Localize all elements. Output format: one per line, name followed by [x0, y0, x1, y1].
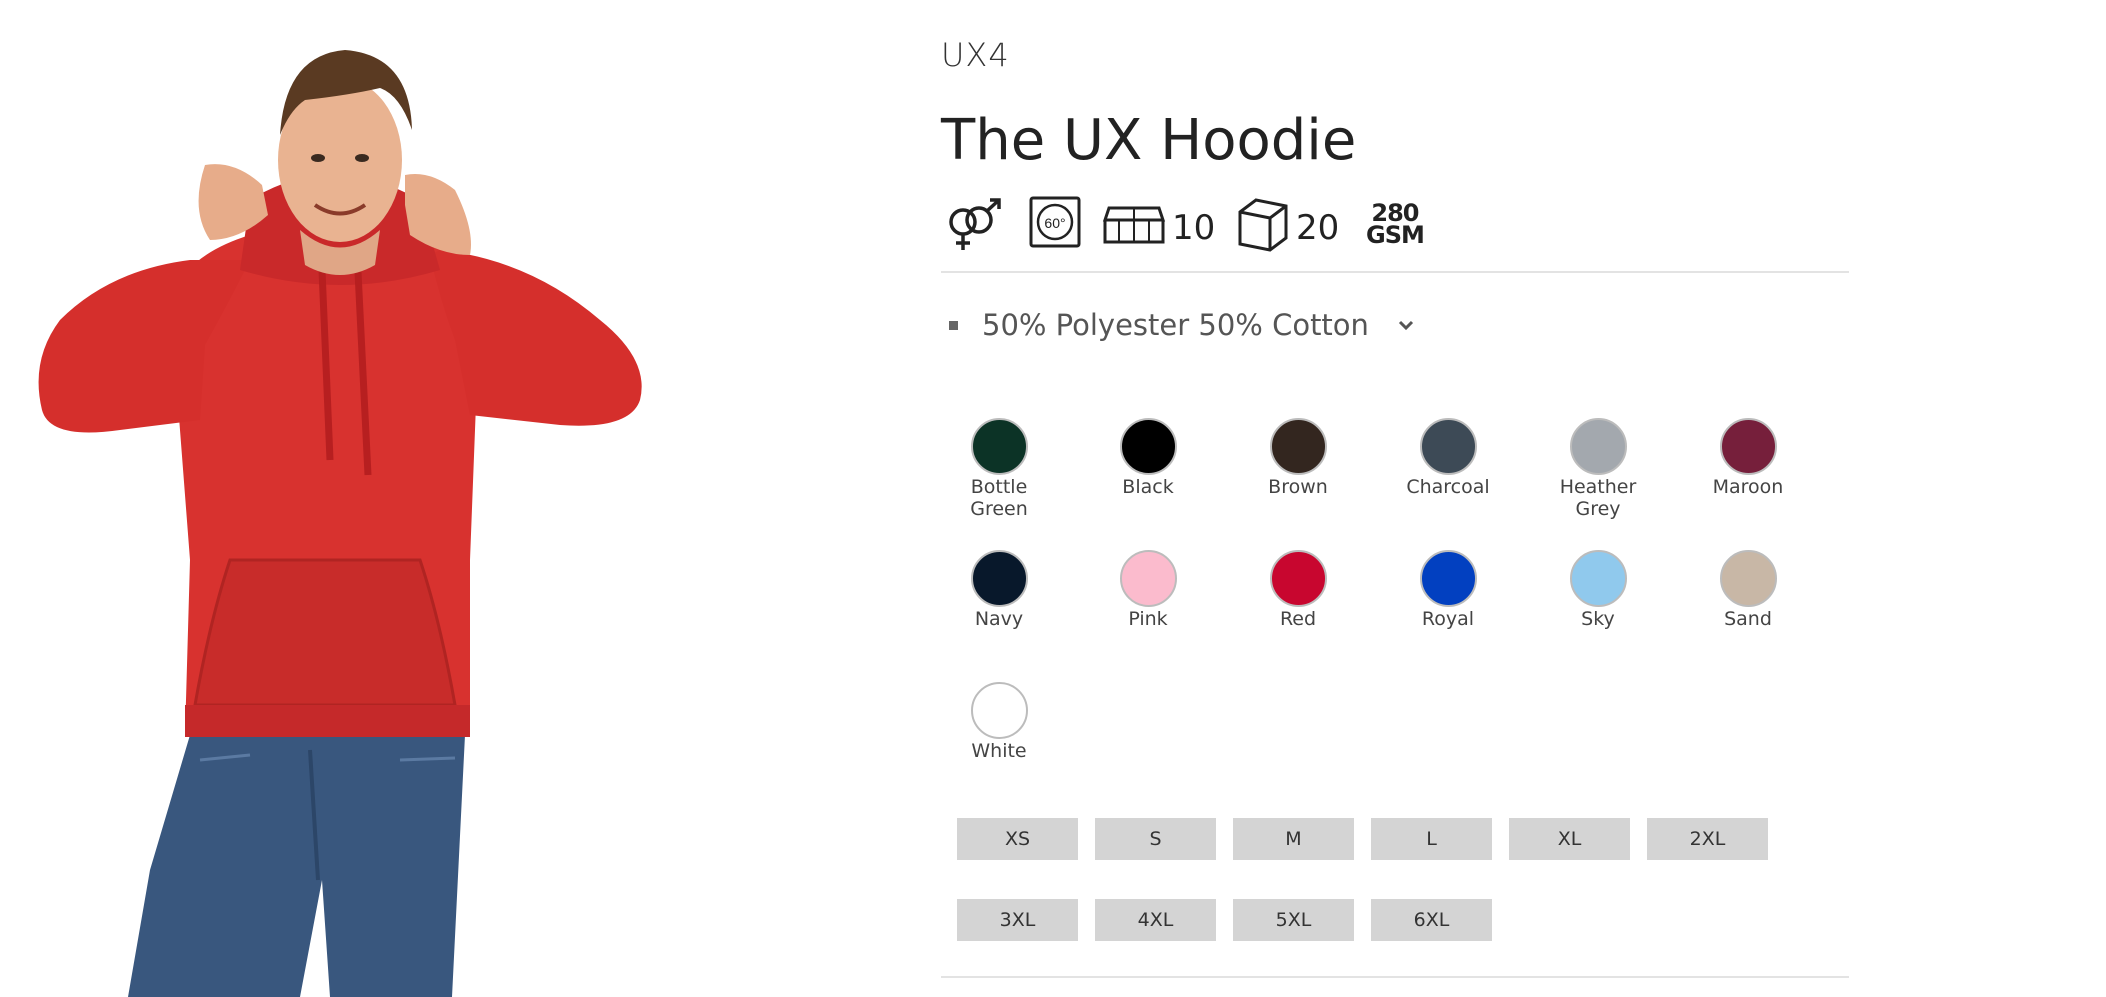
fabric-spec-toggle[interactable]: 50% Polyester 50% Cotton: [941, 305, 1417, 345]
size-button-l[interactable]: L: [1371, 818, 1492, 860]
colour-dot: [1719, 550, 1777, 607]
pack-icon: [1101, 196, 1167, 252]
size-button-2xl[interactable]: 2XL: [1647, 818, 1768, 860]
colour-swatch-heather-grey[interactable]: Heather Grey: [1528, 418, 1668, 520]
colour-swatch-navy[interactable]: Navy: [929, 550, 1069, 630]
size-button-5xl[interactable]: 5XL: [1233, 899, 1354, 941]
size-button-xs[interactable]: XS: [957, 818, 1078, 860]
colour-dot: [1419, 418, 1477, 475]
colour-swatch-pink[interactable]: Pink: [1078, 550, 1218, 630]
carton-quantity: 20: [1296, 208, 1340, 248]
colour-name: Black: [1122, 476, 1174, 498]
colour-swatches: Bottle Green Black Brown Charcoal Heather…: [941, 418, 1841, 768]
colour-dot: [1419, 550, 1477, 607]
colour-swatch-charcoal[interactable]: Charcoal: [1378, 418, 1518, 498]
fabric-spec-text: 50% Polyester 50% Cotton: [982, 308, 1369, 342]
colour-name: Bottle Green: [970, 476, 1028, 520]
colour-swatch-royal[interactable]: Royal: [1378, 550, 1518, 630]
divider-bottom: [941, 976, 1849, 978]
colour-dot: [970, 682, 1028, 739]
colour-name: Navy: [974, 608, 1024, 630]
colour-swatch-brown[interactable]: Brown: [1228, 418, 1368, 498]
colour-swatch-bottle-green[interactable]: Bottle Green: [929, 418, 1069, 520]
divider: [941, 271, 1849, 273]
colour-name: Red: [1279, 608, 1317, 630]
colour-dot: [1269, 418, 1327, 475]
colour-dot: [1119, 418, 1177, 475]
colour-swatch-black[interactable]: Black: [1078, 418, 1218, 498]
colour-swatch-white[interactable]: White: [929, 682, 1069, 762]
size-options: XS S M L XL 2XL 3XL 4XL 5XL 6XL: [957, 818, 1857, 948]
colour-swatch-sand[interactable]: Sand: [1678, 550, 1818, 630]
gsm-icon: 280 GSM: [1366, 201, 1425, 249]
size-button-3xl[interactable]: 3XL: [957, 899, 1078, 941]
colour-name: Sand: [1724, 608, 1772, 630]
size-button-6xl[interactable]: 6XL: [1371, 899, 1492, 941]
colour-name: Maroon: [1712, 476, 1784, 498]
product-code: UX4: [941, 36, 1010, 74]
colour-swatch-maroon[interactable]: Maroon: [1678, 418, 1818, 498]
colour-swatch-sky[interactable]: Sky: [1528, 550, 1668, 630]
colour-dot: [970, 550, 1028, 607]
product-feature-icons: 60° 10 20 280 GSM: [941, 196, 1841, 256]
colour-dot: [1569, 418, 1627, 475]
colour-dot: [1269, 550, 1327, 607]
colour-name: Charcoal: [1406, 476, 1490, 498]
colour-swatch-red[interactable]: Red: [1228, 550, 1368, 630]
product-image: [0, 0, 700, 997]
size-button-xl[interactable]: XL: [1509, 818, 1630, 860]
carton-box-icon: [1236, 196, 1290, 252]
product-title: The UX Hoodie: [941, 108, 1357, 173]
colour-name: Pink: [1128, 608, 1168, 630]
size-button-m[interactable]: M: [1233, 818, 1354, 860]
colour-name: White: [971, 740, 1027, 762]
size-button-s[interactable]: S: [1095, 818, 1216, 860]
chevron-down-icon: [1398, 320, 1413, 331]
colour-dot: [1569, 550, 1627, 607]
colour-name: Heather Grey: [1559, 476, 1637, 520]
pack-quantity: 10: [1172, 208, 1216, 248]
colour-dot: [1719, 418, 1777, 475]
colour-dot: [970, 418, 1028, 475]
size-button-4xl[interactable]: 4XL: [1095, 899, 1216, 941]
colour-name: Brown: [1268, 476, 1328, 498]
colour-dot: [1119, 550, 1177, 607]
colour-name: Sky: [1581, 608, 1615, 630]
wash-temperature-label: 60°: [1044, 215, 1065, 231]
wash-60-icon: 60°: [1029, 196, 1081, 252]
gsm-unit: GSM: [1366, 221, 1425, 249]
bullet-icon: [949, 320, 958, 330]
unisex-icon: [941, 196, 1005, 252]
colour-name: Royal: [1421, 608, 1475, 630]
